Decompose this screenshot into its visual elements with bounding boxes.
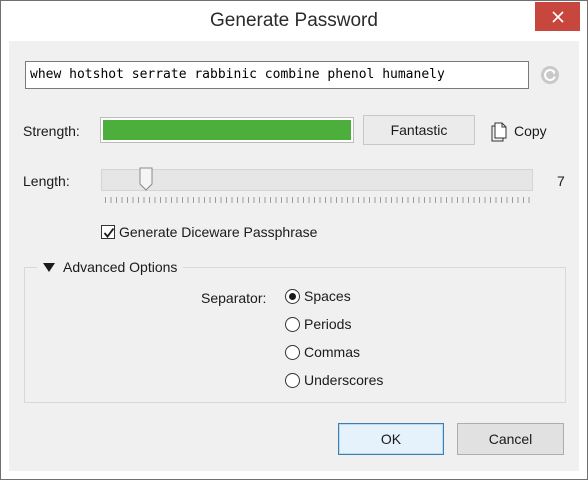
radio-button[interactable] — [285, 344, 300, 360]
title-bar: Generate Password — [1, 1, 587, 41]
radio-button[interactable] — [285, 316, 300, 332]
cancel-button[interactable]: Cancel — [457, 423, 564, 455]
advanced-options-label: Advanced Options — [63, 259, 178, 275]
diceware-checkbox[interactable] — [101, 225, 115, 239]
refresh-icon[interactable] — [539, 64, 561, 86]
dialog-body: whew hotshot serrate rabbinic combine ph… — [9, 41, 579, 471]
checkmark-icon — [103, 227, 115, 238]
expand-triangle-icon — [43, 262, 55, 272]
length-label: Length: — [23, 173, 70, 189]
generate-password-dialog: Generate Password whew hotshot serrate r… — [0, 0, 588, 480]
strength-meter — [100, 117, 354, 143]
copy-button[interactable]: Copy — [489, 118, 547, 144]
separator-option-label: Commas — [304, 344, 361, 360]
close-button[interactable] — [535, 2, 580, 31]
separator-option-label: Periods — [304, 316, 352, 332]
length-slider-ticks — [105, 197, 531, 203]
strength-meter-fill — [103, 120, 351, 140]
separator-option-label: Spaces — [304, 288, 351, 304]
separator-option-spaces[interactable]: Spaces — [285, 288, 351, 304]
length-slider-thumb[interactable] — [139, 167, 153, 191]
diceware-label: Generate Diceware Passphrase — [119, 224, 318, 240]
copy-icon — [491, 122, 507, 142]
diceware-checkbox-row[interactable]: Generate Diceware Passphrase — [101, 224, 317, 240]
strength-rating: Fantastic — [363, 115, 475, 145]
dialog-title: Generate Password — [210, 10, 378, 31]
separator-option-commas[interactable]: Commas — [285, 344, 360, 360]
length-slider-track[interactable] — [101, 169, 533, 191]
separator-option-periods[interactable]: Periods — [285, 316, 351, 332]
length-value: 7 — [557, 173, 565, 189]
separator-option-underscores[interactable]: Underscores — [285, 372, 383, 388]
advanced-options-toggle[interactable]: Advanced Options — [37, 259, 184, 275]
separator-option-label: Underscores — [304, 372, 384, 388]
separator-label: Separator: — [201, 290, 267, 306]
close-icon — [551, 10, 564, 23]
radio-button[interactable] — [285, 288, 300, 304]
strength-label: Strength: — [23, 123, 80, 139]
copy-label: Copy — [514, 123, 547, 139]
radio-button[interactable] — [285, 372, 300, 388]
ok-button[interactable]: OK — [338, 423, 444, 455]
password-field[interactable]: whew hotshot serrate rabbinic combine ph… — [25, 61, 529, 89]
